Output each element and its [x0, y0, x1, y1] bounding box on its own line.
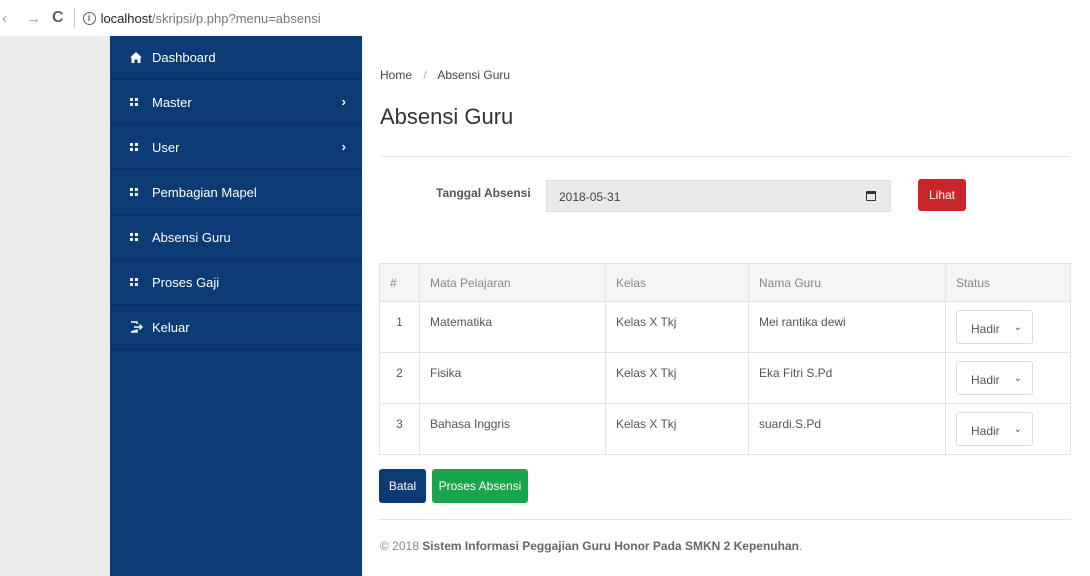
- breadcrumb-current: Absensi Guru: [437, 68, 511, 82]
- cancel-button[interactable]: Batal: [379, 469, 426, 503]
- chevron-down-icon: ⌄: [1013, 373, 1022, 384]
- column-header: Status: [945, 263, 1071, 302]
- process-attendance-button[interactable]: Proses Absensi: [432, 469, 528, 503]
- cell-guru: suardi.S.Pd: [748, 403, 946, 455]
- forward-arrow-icon[interactable]: →: [26, 10, 41, 27]
- cell-mapel: Bahasa Inggris: [419, 403, 606, 455]
- cell-kelas: Kelas X Tkj: [605, 352, 749, 404]
- breadcrumb-separator: /: [423, 68, 427, 82]
- sidebar-item-label: Proses Gaji: [152, 274, 220, 290]
- row-number: 2: [379, 352, 420, 404]
- column-header: Mata Pelajaran: [419, 263, 606, 302]
- cell-kelas: Kelas X Tkj: [605, 301, 749, 353]
- row-number: 1: [379, 301, 420, 353]
- grid-icon: [130, 143, 152, 151]
- sidebar-item-master[interactable]: Master ›: [110, 80, 362, 125]
- cell-kelas: Kelas X Tkj: [605, 403, 749, 455]
- table-header-row: # Mata Pelajaran Kelas Nama Guru Status: [379, 263, 1071, 302]
- sidebar-item-keluar[interactable]: Keluar: [110, 305, 362, 350]
- sidebar-item-label: Absensi Guru: [152, 229, 231, 245]
- toolbar-divider: [73, 8, 75, 28]
- breadcrumb: Home / Absensi Guru: [380, 68, 1070, 86]
- logout-icon: [130, 321, 152, 333]
- chevron-down-icon: ⌄: [1013, 424, 1022, 435]
- grid-icon: [130, 278, 152, 286]
- status-select[interactable]: Hadir ⌄: [956, 412, 1033, 446]
- sidebar-item-label: Master: [152, 94, 192, 110]
- cell-guru: Eka Fitri S.Pd: [748, 352, 946, 404]
- sidebar-item-pembagian-mapel[interactable]: Pembagian Mapel: [110, 170, 362, 215]
- sidebar-item-label: Dashboard: [152, 50, 216, 65]
- status-select[interactable]: Hadir ⌄: [956, 310, 1033, 344]
- column-header: Kelas: [605, 263, 749, 302]
- status-value: Hadir: [971, 424, 1000, 438]
- attendance-table: # Mata Pelajaran Kelas Nama Guru Status …: [379, 263, 1071, 455]
- footer: © 2018 Sistem Informasi Peggajian Guru H…: [380, 539, 802, 553]
- grid-icon: [130, 188, 152, 196]
- footer-app-name: Sistem Informasi Peggajian Guru Honor Pa…: [422, 539, 799, 553]
- back-icon[interactable]: ‹: [2, 10, 12, 27]
- address-bar[interactable]: localhost/skripsi/p.php?menu=absensi: [101, 11, 321, 26]
- cell-mapel: Matematika: [419, 301, 606, 353]
- page-title: Absensi Guru: [380, 104, 514, 129]
- sidebar-item-label: User: [152, 139, 180, 155]
- sidebar-item-user[interactable]: User ›: [110, 125, 362, 170]
- url-host: localhost: [100, 10, 152, 26]
- table-row: 2 Fisika Kelas X Tkj Eka Fitri S.Pd Hadi…: [379, 352, 1071, 404]
- cell-mapel: Fisika: [419, 352, 606, 404]
- divider: [380, 156, 1070, 157]
- footer-divider: [379, 519, 1071, 520]
- sidebar: Dashboard Master › User › Pembagian Mape…: [110, 36, 362, 576]
- sidebar-item-proses-gaji[interactable]: Proses Gaji: [110, 260, 362, 305]
- status-value: Hadir: [971, 322, 1000, 336]
- grid-icon: [130, 233, 152, 241]
- sidebar-item-dashboard[interactable]: Dashboard: [110, 36, 362, 80]
- table-row: 3 Bahasa Inggris Kelas X Tkj suardi.S.Pd…: [379, 403, 1071, 455]
- browser-toolbar: ‹ → C i localhost/skripsi/p.php?menu=abs…: [0, 0, 1090, 36]
- date-input[interactable]: 2018-05-31: [546, 180, 891, 212]
- column-header: Nama Guru: [748, 263, 946, 302]
- sidebar-item-label: Pembagian Mapel: [152, 184, 257, 200]
- view-button[interactable]: Lihat: [918, 179, 966, 211]
- cell-status: Hadir ⌄: [945, 352, 1071, 404]
- grid-icon: [130, 98, 152, 106]
- sidebar-item-label: Keluar: [152, 319, 190, 335]
- chevron-right-icon: ›: [341, 94, 346, 109]
- column-header: #: [379, 263, 420, 302]
- cell-guru: Mei rantika dewi: [748, 301, 946, 353]
- attendance-table-wrapper: # Mata Pelajaran Kelas Nama Guru Status …: [379, 263, 1071, 455]
- status-select[interactable]: Hadir ⌄: [956, 361, 1033, 395]
- page-margin: [0, 36, 110, 576]
- footer-copyright: © 2018: [380, 539, 423, 553]
- reload-icon[interactable]: C: [52, 9, 64, 27]
- main-content: Home / Absensi Guru Absensi Guru: [380, 36, 1070, 157]
- row-number: 3: [379, 403, 420, 455]
- calendar-icon[interactable]: [866, 191, 876, 201]
- chevron-down-icon: ⌄: [1013, 322, 1022, 333]
- chevron-right-icon: ›: [341, 139, 346, 154]
- cell-status: Hadir ⌄: [945, 403, 1071, 455]
- breadcrumb-home[interactable]: Home: [380, 68, 412, 82]
- home-icon: [130, 52, 152, 63]
- status-value: Hadir: [971, 373, 1000, 387]
- date-value: 2018-05-31: [559, 190, 621, 204]
- footer-period: .: [798, 539, 803, 553]
- info-icon[interactable]: i: [82, 11, 96, 25]
- table-row: 1 Matematika Kelas X Tkj Mei rantika dew…: [379, 301, 1071, 353]
- cell-status: Hadir ⌄: [945, 301, 1071, 353]
- date-label: Tanggal Absensi: [436, 186, 531, 200]
- url-path: /skripsi/p.php?menu=absensi: [151, 10, 321, 26]
- sidebar-item-absensi-guru[interactable]: Absensi Guru: [110, 215, 362, 260]
